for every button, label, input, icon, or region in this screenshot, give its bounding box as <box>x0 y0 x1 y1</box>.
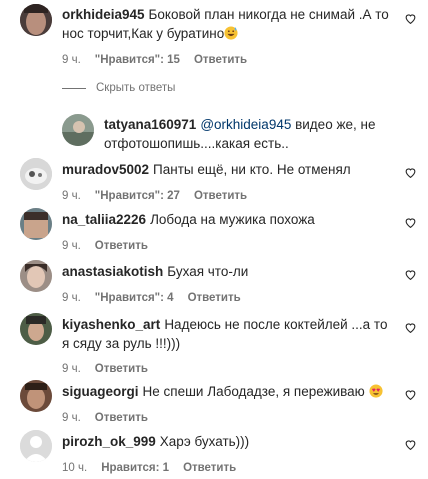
user-avatar[interactable] <box>20 4 52 36</box>
user-avatar[interactable] <box>20 158 52 190</box>
comment-text: pirozh_ok_999 Харэ бухать))) <box>62 432 402 451</box>
comment-time: 9 ч. <box>62 240 81 252</box>
comment-username[interactable]: kiyashenko_art <box>62 317 160 332</box>
user-avatar[interactable] <box>62 114 94 146</box>
comment-text: siguageorgi Не спеши Лабодадзе, я пережив… <box>62 382 402 401</box>
comment-meta: 10 ч. Нравится: 1 Ответить <box>62 462 250 474</box>
comment-meta: 9 ч. Ответить <box>62 412 162 424</box>
comment-likes[interactable]: "Нравится": 27 <box>95 190 180 202</box>
reply-button[interactable]: Ответить <box>95 363 148 375</box>
comment-meta: 9 ч. "Нравится": 4 Ответить <box>62 292 255 304</box>
reply-button[interactable]: Ответить <box>183 462 236 474</box>
comment-time: 9 ч. <box>62 190 81 202</box>
comment-text: tatyana160971 @orkhideia945 видео же, не … <box>104 115 404 153</box>
reply-button[interactable]: Ответить <box>95 412 148 424</box>
reply-button[interactable]: Ответить <box>95 240 148 252</box>
heart-outline-icon[interactable] <box>404 268 417 281</box>
heart-outline-icon[interactable] <box>404 216 417 229</box>
heart-outline-icon[interactable] <box>404 321 417 334</box>
mention-link[interactable]: @orkhideia945 <box>200 117 291 132</box>
user-avatar[interactable] <box>20 208 52 240</box>
comment-time: 10 ч. <box>62 462 88 474</box>
comment-time: 9 ч. <box>62 54 81 66</box>
comment-text: kiyashenko_art Надеюсь не после коктейлей… <box>62 315 392 353</box>
comment-username[interactable]: orkhideia945 <box>62 7 145 22</box>
comment-username[interactable]: na_taliia2226 <box>62 212 146 227</box>
comment-time: 9 ч. <box>62 363 81 375</box>
comment-meta: 9 ч. Ответить <box>62 240 162 252</box>
comment-body: Панты ещё, ни кто. Не отменял <box>153 162 351 177</box>
comment-likes[interactable]: "Нравится": 4 <box>95 292 174 304</box>
comment-likes[interactable]: Нравится: 1 <box>101 462 169 474</box>
comment-text: muradov5002 Панты ещё, ни кто. Не отменял <box>62 160 402 179</box>
heart-eyes-icon <box>369 384 383 398</box>
comment-username[interactable]: siguageorgi <box>62 384 139 399</box>
heart-outline-icon[interactable] <box>404 12 417 25</box>
hide-replies-label: Скрыть ответы <box>96 82 176 94</box>
divider-line <box>62 87 86 89</box>
comment-meta: 9 ч. "Нравится": 27 Ответить <box>62 190 261 202</box>
comment-body: Не спеши Лабодадзе, я переживаю <box>142 384 365 399</box>
comment-likes[interactable]: "Нравится": 15 <box>95 54 180 66</box>
comment-body: Бухая что-ли <box>167 264 249 279</box>
comment-meta: 9 ч. Ответить <box>62 363 162 375</box>
comment-username[interactable]: tatyana160971 <box>104 117 196 132</box>
grinning-sweat-icon <box>224 26 238 40</box>
comment-time: 9 ч. <box>62 412 81 424</box>
user-avatar[interactable] <box>20 260 52 292</box>
comment-username[interactable]: pirozh_ok_999 <box>62 434 156 449</box>
comment-username[interactable]: anastasiakotish <box>62 264 163 279</box>
comment-time: 9 ч. <box>62 292 81 304</box>
hide-replies-button[interactable]: Скрыть ответы <box>62 82 175 94</box>
comment-meta: 9 ч. "Нравится": 15 Ответить <box>62 54 261 66</box>
comment-body: Харэ бухать))) <box>159 434 250 449</box>
heart-outline-icon[interactable] <box>404 388 417 401</box>
user-avatar[interactable] <box>20 313 52 345</box>
reply-button[interactable]: Ответить <box>188 292 241 304</box>
default-avatar-icon[interactable] <box>20 430 52 462</box>
reply-button[interactable]: Ответить <box>194 190 247 202</box>
reply-button[interactable]: Ответить <box>194 54 247 66</box>
comment-text: anastasiakotish Бухая что-ли <box>62 262 402 281</box>
comment-body: Лобода на мужика похожа <box>150 212 315 227</box>
comment-text: na_taliia2226 Лобода на мужика похожа <box>62 210 402 229</box>
user-avatar[interactable] <box>20 380 52 412</box>
heart-outline-icon[interactable] <box>404 166 417 179</box>
comment-text: orkhideia945 Боковой план никогда не сним… <box>62 5 402 43</box>
heart-outline-icon[interactable] <box>404 438 417 451</box>
comment-username[interactable]: muradov5002 <box>62 162 149 177</box>
